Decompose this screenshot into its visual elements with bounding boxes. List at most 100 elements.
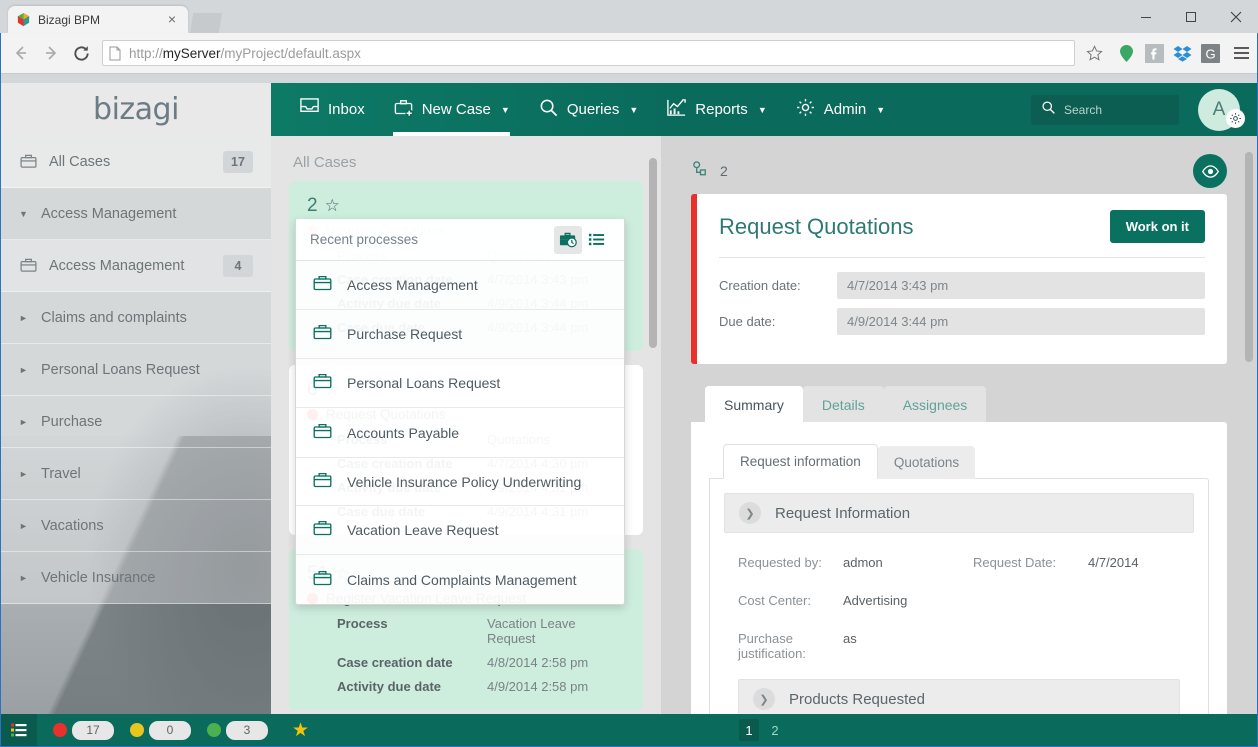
- user-menu[interactable]: A: [1191, 88, 1247, 131]
- detail-top-row: 2: [691, 154, 1227, 188]
- status-dot-red: [53, 723, 67, 737]
- chevron-right-icon: ►: [19, 572, 28, 583]
- maximize-button[interactable]: [1168, 0, 1213, 33]
- section-title: Request Information: [775, 504, 911, 522]
- app-body: All Cases 17 ▼ Access Management Access …: [1, 136, 1257, 714]
- sidebar-badge: 4: [223, 254, 253, 277]
- browser-tabstrip: Bizagi BPM ×: [0, 0, 1258, 33]
- status-dot-yellow: [130, 723, 144, 737]
- chevron-down-icon: ▼: [629, 104, 639, 115]
- requested-by-value: admon: [843, 555, 883, 570]
- sidebar-group-personal-loans-request[interactable]: ► Personal Loans Request: [1, 344, 271, 396]
- page-1-button[interactable]: 1: [739, 719, 759, 741]
- list-menu-icon[interactable]: [1, 714, 37, 746]
- header-search[interactable]: [1031, 94, 1179, 125]
- nav-item-queries[interactable]: Queries ▼: [524, 83, 652, 136]
- dropdown-item-accounts-payable[interactable]: Accounts Payable: [296, 408, 624, 457]
- case-list-scrollbar[interactable]: [649, 158, 657, 348]
- nav-label-reports: Reports: [695, 101, 748, 118]
- nav-item-inbox[interactable]: Inbox: [285, 83, 379, 136]
- request-information-form: Requested by: admon Request Date: 4/7/20…: [724, 533, 1194, 671]
- nav-label-inbox: Inbox: [328, 101, 365, 118]
- search-input[interactable]: [1064, 102, 1169, 117]
- chevron-right-icon: ►: [19, 416, 28, 427]
- search-icon: [538, 97, 559, 122]
- dropdown-item-claims-and-complaints-management[interactable]: Claims and Complaints Management: [296, 555, 624, 604]
- section-request-information[interactable]: ❯ Request Information: [724, 493, 1194, 533]
- sidebar: All Cases 17 ▼ Access Management Access …: [1, 136, 271, 714]
- section-products-requested[interactable]: ❯ Products Requested: [738, 679, 1180, 714]
- subtab-quotations[interactable]: Quotations: [877, 446, 976, 479]
- sidebar-badge: 17: [223, 150, 253, 173]
- work-on-it-button[interactable]: Work on it: [1109, 210, 1205, 243]
- task-card-header: Request Quotations Work on it: [719, 210, 1205, 243]
- chevron-down-icon[interactable]: ❯: [753, 688, 775, 710]
- briefcase-icon: [312, 371, 333, 395]
- status-chip-atrisk[interactable]: 0: [130, 720, 191, 740]
- nav-item-new-case[interactable]: New Case ▼: [379, 83, 524, 136]
- minimize-button[interactable]: [1123, 0, 1168, 33]
- sidebar-label: Personal Loans Request: [41, 361, 200, 378]
- tab-details[interactable]: Details: [802, 386, 884, 422]
- close-button[interactable]: [1213, 0, 1258, 33]
- sidebar-label: Claims and complaints: [41, 309, 187, 326]
- requested-by-label: Requested by:: [738, 555, 822, 570]
- creation-date-label: Creation date:: [719, 278, 801, 293]
- dropdown-item-purchase-request[interactable]: Purchase Request: [296, 310, 624, 359]
- sidebar-label: Travel: [41, 465, 81, 482]
- briefcase-clock-icon[interactable]: [554, 225, 582, 254]
- briefcase-icon: [19, 152, 41, 171]
- browser-tab[interactable]: Bizagi BPM ×: [8, 6, 188, 33]
- detail-tabs: Summary Details Assignees Request inform…: [691, 386, 1227, 714]
- new-tab-button[interactable]: [190, 13, 222, 33]
- assignee-icon: [691, 160, 710, 182]
- favorite-star-icon[interactable]: ☆: [325, 196, 340, 216]
- dropdown-item-vacation-leave-request[interactable]: Vacation Leave Request: [296, 506, 624, 555]
- sub-panel-request-information: ❯ Request Information Requested by: admo…: [709, 478, 1209, 714]
- inbox-icon: [299, 97, 320, 122]
- detail-scrollbar[interactable]: [1245, 152, 1253, 362]
- divider: [719, 257, 1205, 258]
- briefcase-icon: [312, 322, 333, 346]
- sidebar-group-access-management[interactable]: ▼ Access Management: [1, 188, 271, 240]
- due-date-value: 4/9/2014 3:44 pm: [837, 308, 1205, 335]
- eye-icon[interactable]: [1193, 154, 1227, 188]
- task-title: Request Quotations: [719, 213, 914, 239]
- dropdown-item-vehicle-insurance-policy-underwriting[interactable]: Vehicle Insurance Policy Underwriting: [296, 457, 624, 506]
- page-2-button[interactable]: 2: [765, 719, 785, 741]
- briefcase-icon: [312, 470, 333, 494]
- sidebar-group-vacations[interactable]: ► Vacations: [1, 500, 271, 552]
- dropdown-item-label: Accounts Payable: [347, 424, 460, 441]
- status-chip-overdue[interactable]: 17: [53, 720, 114, 740]
- sidebar-group-purchase[interactable]: ► Purchase: [1, 396, 271, 448]
- dropdown-item-label: Vehicle Insurance Policy Underwriting: [347, 473, 582, 490]
- star-icon[interactable]: ★: [292, 719, 309, 742]
- sidebar-group-claims-and-complaints[interactable]: ► Claims and complaints: [1, 292, 271, 344]
- briefcase-icon: [312, 273, 333, 297]
- detail-column: 2 Request Quotations Work on it Creation…: [661, 136, 1257, 714]
- sidebar-group-vehicle-insurance[interactable]: ► Vehicle Insurance: [1, 552, 271, 604]
- dropdown-item-access-management[interactable]: Access Management: [296, 261, 624, 310]
- subtab-request-information[interactable]: Request information: [723, 444, 878, 479]
- sidebar-item-access-management[interactable]: Access Management 4: [1, 240, 271, 292]
- dropdown-title: Recent processes: [310, 232, 419, 247]
- list-icon[interactable]: [582, 226, 610, 254]
- tab-close-icon[interactable]: ×: [164, 12, 180, 28]
- nav-item-admin[interactable]: Admin ▼: [781, 83, 899, 136]
- chevron-down-icon[interactable]: ❯: [739, 502, 761, 524]
- new-case-dropdown: Recent processes Access Management Purch…: [295, 219, 625, 605]
- tab-assignees[interactable]: Assignees: [883, 386, 987, 422]
- chevron-right-icon: ►: [19, 520, 28, 531]
- sidebar-item-all-cases[interactable]: All Cases 17: [1, 136, 271, 188]
- dropdown-item-label: Vacation Leave Request: [347, 522, 499, 538]
- request-date-label: Request Date:: [973, 555, 1057, 570]
- nav-item-reports[interactable]: Reports ▼: [652, 83, 780, 136]
- dropdown-item-personal-loans-request[interactable]: Personal Loans Request: [296, 359, 624, 408]
- tab-summary[interactable]: Summary: [705, 386, 803, 422]
- main-navigation: Inbox New Case ▼ Queries ▼ Reports ▼ Adm…: [271, 83, 1257, 136]
- status-chip-ontime[interactable]: 3: [207, 720, 268, 740]
- sub-tab-bar: Request information Quotations: [709, 444, 1209, 479]
- cost-center-value: Advertising: [843, 593, 908, 608]
- sidebar-group-travel[interactable]: ► Travel: [1, 448, 271, 500]
- avatar-gear-icon[interactable]: [1226, 108, 1245, 128]
